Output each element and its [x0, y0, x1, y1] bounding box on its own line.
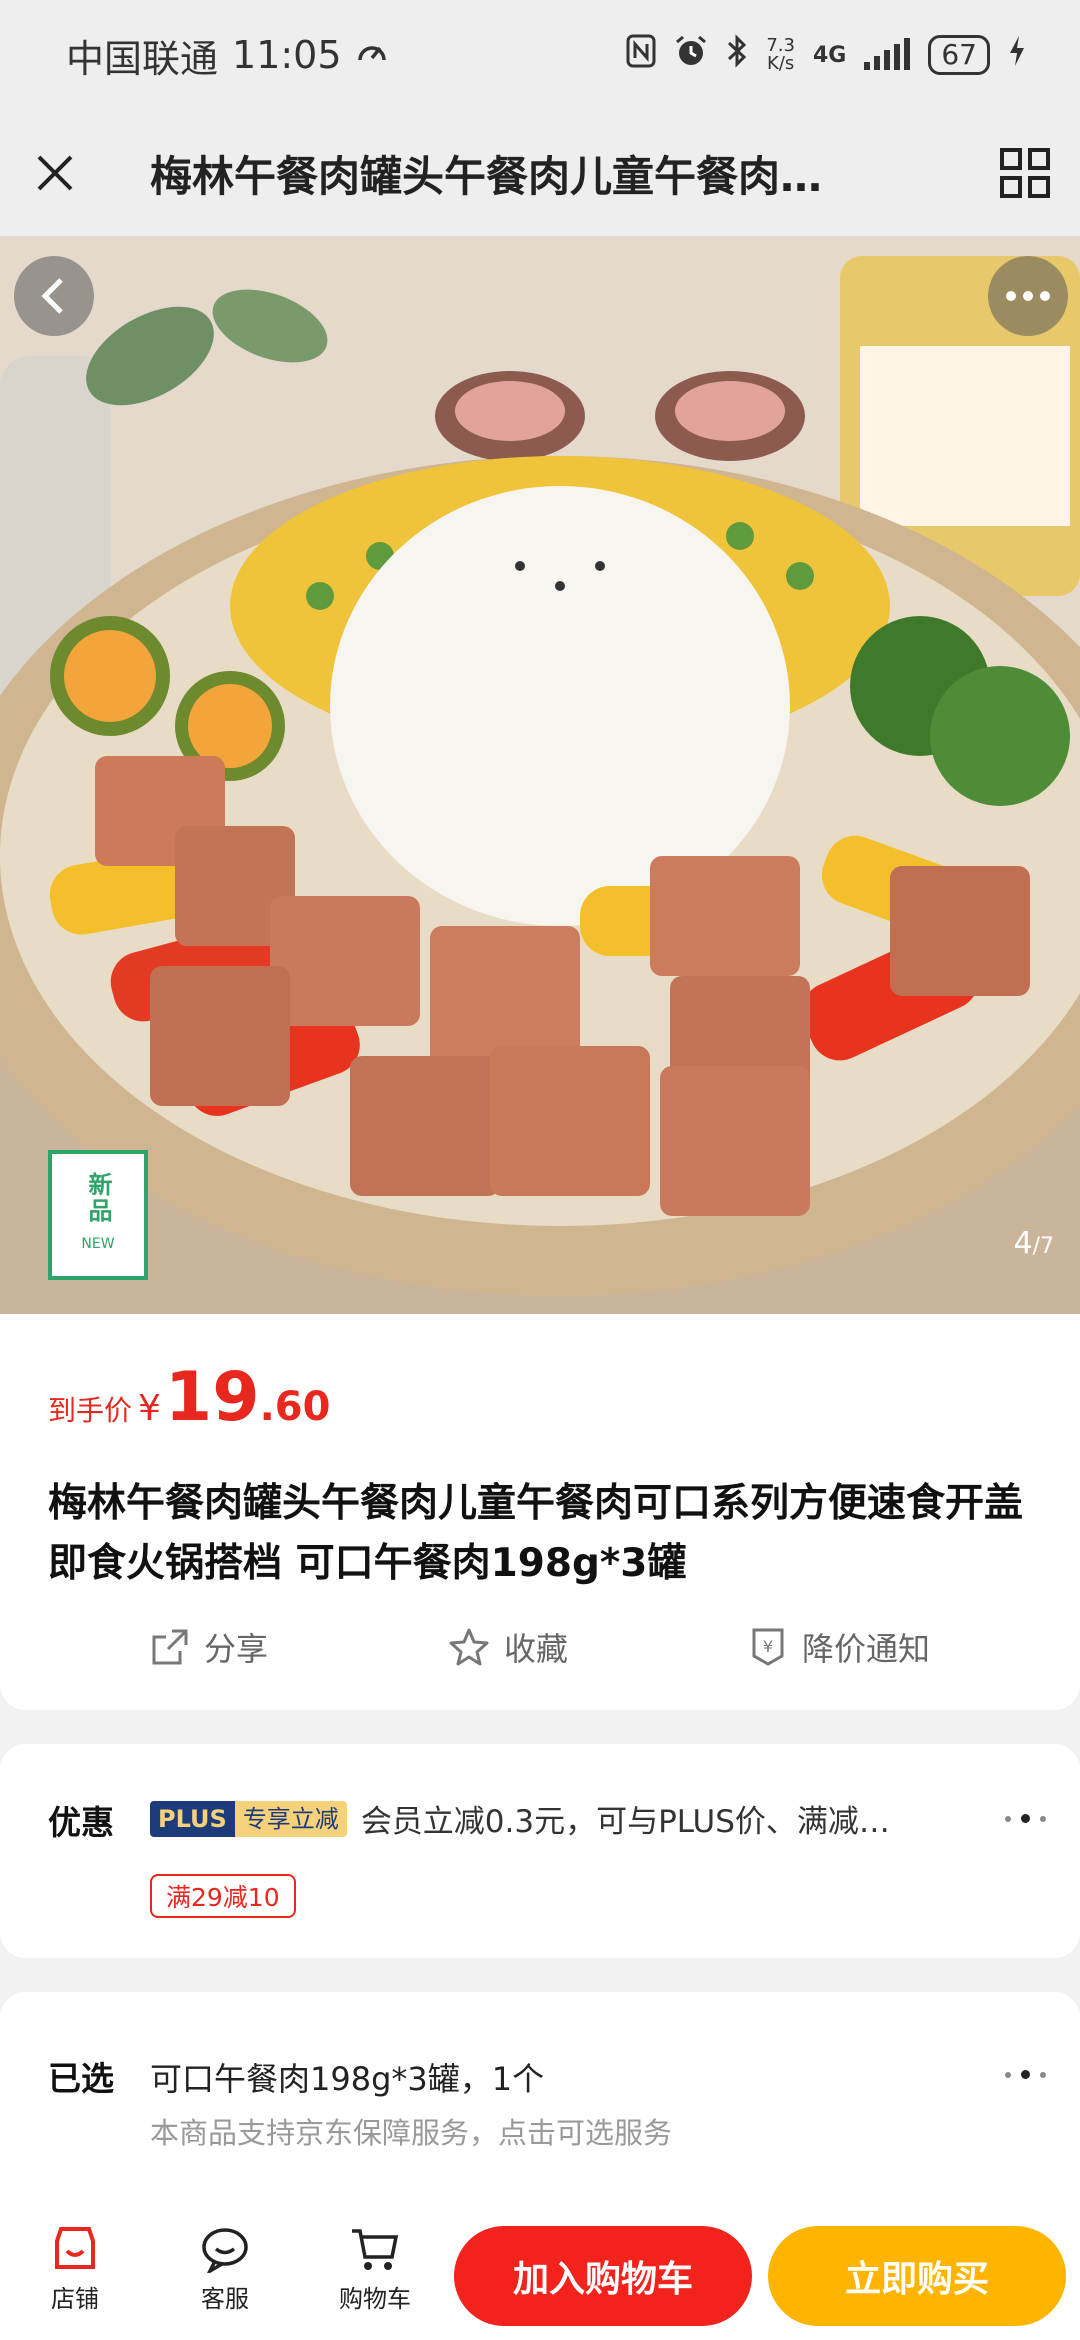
- price-integer: 19: [164, 1358, 260, 1437]
- more-menu-button[interactable]: [970, 110, 1080, 236]
- more-options-button[interactable]: [988, 256, 1068, 336]
- page-title: 梅林午餐肉罐头午餐肉儿童午餐肉…: [150, 151, 823, 201]
- price-currency: ¥: [138, 1388, 161, 1429]
- pager-total: /7: [1032, 1234, 1054, 1259]
- promo-more-icon[interactable]: [1005, 1814, 1046, 1823]
- chevron-left-icon: [41, 278, 63, 314]
- speed-gauge-icon: [356, 33, 388, 77]
- shop-tab[interactable]: 店铺: [0, 2225, 150, 2314]
- charging-icon: [1008, 35, 1026, 75]
- shop-label: 店铺: [51, 2284, 99, 2313]
- favorite-label: 收藏: [503, 1630, 568, 1668]
- product-photo: [0, 236, 1080, 1314]
- close-icon: [37, 155, 73, 191]
- plus-tag-main: PLUS: [150, 1800, 235, 1837]
- favorite-button[interactable]: 收藏: [448, 1624, 568, 1670]
- action-row: 分享 收藏 ¥ 降价通知: [0, 1624, 1080, 1670]
- product-title: 梅林午餐肉罐头午餐肉儿童午餐肉可口系列方便速食开盖即食火锅搭档 可口午餐肉198…: [48, 1481, 1024, 1586]
- network-speed: 7.3 K/s: [766, 37, 795, 73]
- new-product-badge: 新品 NEW: [48, 1150, 148, 1280]
- new-badge-text: 新品: [84, 1172, 112, 1224]
- price-alert-icon: ¥: [752, 1628, 784, 1666]
- back-button[interactable]: [14, 256, 94, 336]
- selected-label: 已选: [48, 2059, 114, 2098]
- coupon-tag[interactable]: 满29减10: [150, 1874, 296, 1918]
- buy-now-button[interactable]: 立即购买: [768, 2226, 1066, 2326]
- grid-icon: [1000, 148, 1050, 198]
- carrier-label: 中国联通: [66, 36, 219, 81]
- service-icon: [202, 2227, 248, 2273]
- cart-label: 购物车: [339, 2284, 411, 2313]
- plus-tag: PLUS 专享立减: [150, 1800, 347, 1837]
- plus-tag-sub: 专享立减: [234, 1800, 347, 1837]
- share-button[interactable]: 分享: [150, 1624, 268, 1670]
- service-tab[interactable]: 客服: [150, 2225, 300, 2314]
- bluetooth-icon: [726, 34, 748, 76]
- new-badge-en: NEW: [81, 1236, 115, 1252]
- network-type: 4G: [812, 42, 847, 68]
- star-icon: [449, 1628, 489, 1666]
- share-label: 分享: [203, 1630, 268, 1668]
- signal-icon: [864, 38, 911, 70]
- price-alert-label: 降价通知: [801, 1630, 930, 1668]
- price-card: 到手价 ¥ 19 .60 梅林午餐肉罐头午餐肉儿童午餐肉可口系列方便速食开盖即食…: [0, 1314, 1080, 1710]
- promo-text: 会员立减0.3元，可与PLUS价、满减…: [360, 1804, 890, 1840]
- pager-current: 4: [1013, 1226, 1033, 1261]
- price: 到手价 ¥ 19 .60: [48, 1358, 330, 1437]
- selected-service-note: 本商品支持京东保障服务，点击可选服务: [150, 2116, 673, 2150]
- speed-unit: K/s: [767, 53, 795, 74]
- more-dots-icon: [1006, 291, 1050, 301]
- price-alert-button[interactable]: ¥ 降价通知: [748, 1624, 930, 1670]
- nfc-icon: [626, 34, 656, 76]
- promotion-card[interactable]: 优惠 PLUS 专享立减 会员立减0.3元，可与PLUS价、满减… 满29减10: [0, 1744, 1080, 1958]
- cart-tab[interactable]: 购物车: [300, 2225, 450, 2314]
- selected-more-icon[interactable]: [1005, 2070, 1046, 2079]
- promo-line: PLUS 专享立减 会员立减0.3元，可与PLUS价、满减…: [150, 1796, 970, 1841]
- title-bar: 梅林午餐肉罐头午餐肉儿童午餐肉…: [0, 110, 1080, 236]
- cart-icon: [352, 2228, 399, 2270]
- selected-value: 可口午餐肉198g*3罐，1个: [150, 2060, 545, 2098]
- promo-label: 优惠: [48, 1803, 114, 1842]
- add-to-cart-button[interactable]: 加入购物车: [454, 2226, 752, 2326]
- share-icon: [152, 1629, 188, 1665]
- shop-icon: [55, 2226, 95, 2269]
- clock: 11:05: [232, 33, 342, 77]
- product-image-gallery[interactable]: 新品 NEW 4/7: [0, 236, 1080, 1314]
- service-label: 客服: [201, 2284, 249, 2313]
- battery-level: 67: [928, 35, 990, 75]
- status-bar: 中国联通 11:05 7.3 K/s 4G 67: [0, 0, 1080, 110]
- price-label: 到手价: [48, 1394, 133, 1427]
- price-decimal: .60: [259, 1384, 331, 1430]
- image-pager: 4/7: [1013, 1226, 1054, 1261]
- alarm-icon: [674, 34, 708, 76]
- close-button[interactable]: [0, 110, 110, 236]
- svg-text:¥: ¥: [763, 1637, 773, 1656]
